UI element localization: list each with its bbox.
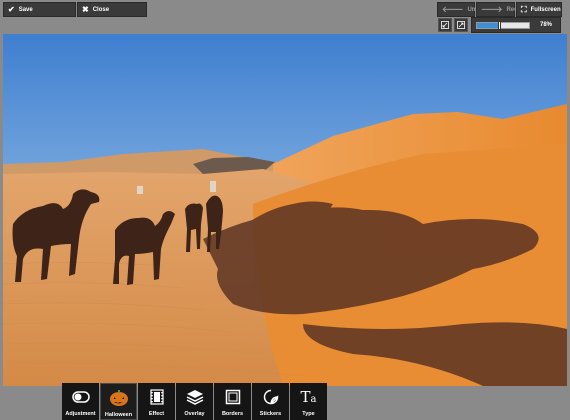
tool-overlay[interactable]: Overlay	[176, 383, 213, 420]
undo-button[interactable]: 🡐 Undo	[437, 2, 483, 17]
fullscreen-icon: ⛶	[521, 4, 527, 14]
toggle-icon	[70, 387, 92, 407]
tool-label: Effect	[148, 411, 165, 417]
top-bar: ✔ Save ✖ Close 🡐 Undo 🡒 Redo ⛶ Fullscree…	[0, 0, 570, 34]
zoom-in-button[interactable]	[454, 18, 468, 32]
zoom-slider[interactable]	[476, 21, 530, 30]
fullscreen-label: Fullscreen	[530, 6, 561, 13]
save-button[interactable]: ✔ Save	[3, 2, 76, 17]
redo-button[interactable]: 🡒 Redo	[476, 2, 521, 17]
desert-camel-image	[3, 34, 567, 386]
tool-label: Borders	[221, 411, 244, 417]
tool-halloween[interactable]: Halloween	[100, 383, 137, 420]
tool-effect[interactable]: Effect	[138, 383, 175, 420]
tool-borders[interactable]: Borders	[214, 383, 251, 420]
expand-icon	[457, 21, 465, 29]
undo-arrow-icon: 🡐	[442, 4, 464, 14]
tool-label: Adjustment	[65, 411, 96, 417]
photo-canvas[interactable]	[3, 34, 567, 386]
redo-arrow-icon: 🡒	[481, 4, 503, 14]
zoom-slider-fill	[477, 23, 499, 28]
text-icon: Ta	[300, 387, 317, 406]
close-button[interactable]: ✖ Close	[77, 2, 147, 17]
shrink-icon	[441, 21, 449, 29]
tool-stickers[interactable]: Stickers	[252, 383, 289, 420]
fullscreen-button[interactable]: ⛶ Fullscreen	[516, 2, 562, 17]
zoom-level: 78%	[539, 22, 552, 28]
pumpkin-icon	[108, 388, 130, 408]
tool-label: Type	[302, 411, 315, 417]
tool-type[interactable]: Ta Type	[290, 383, 327, 420]
tool-label: Overlay	[184, 411, 205, 417]
check-icon: ✔	[8, 4, 15, 14]
tool-label: Halloween	[104, 412, 133, 418]
zoom-control: 78%	[471, 17, 561, 33]
edit-toolbar: Adjustment Halloween Effect Overlay Bord…	[62, 383, 328, 420]
sticker-icon	[260, 387, 282, 407]
film-icon	[146, 387, 168, 407]
tool-label: Stickers	[259, 411, 282, 417]
tool-adjustment[interactable]: Adjustment	[62, 383, 99, 420]
zoom-slider-thumb[interactable]	[497, 21, 501, 30]
layers-icon	[184, 387, 206, 407]
frame-icon	[222, 387, 244, 407]
close-icon: ✖	[82, 4, 89, 14]
close-label: Close	[92, 6, 110, 13]
save-label: Save	[18, 6, 33, 13]
zoom-out-button[interactable]	[438, 18, 452, 32]
